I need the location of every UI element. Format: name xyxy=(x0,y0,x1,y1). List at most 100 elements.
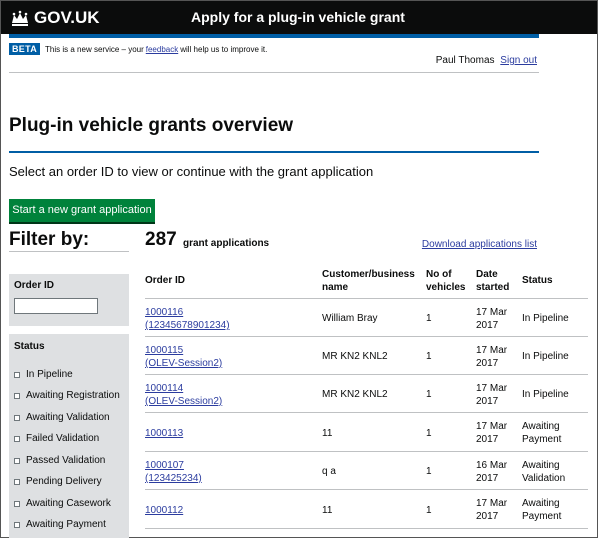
checkbox[interactable] xyxy=(14,478,20,485)
checkbox[interactable] xyxy=(14,392,20,399)
date-started: 17 Mar 2017 xyxy=(476,420,507,446)
header-line: Customer/business xyxy=(322,269,415,280)
date-year: 2017 xyxy=(476,396,499,407)
status-option-awaiting-casework[interactable]: Awaiting Casework xyxy=(14,498,111,509)
date-started: 16 Mar 2017 xyxy=(476,459,507,485)
header-accent-bar xyxy=(9,34,539,38)
order-id-reference: (12345678901234) xyxy=(145,320,230,331)
status-cell: In Pipeline xyxy=(522,350,569,363)
checkbox[interactable] xyxy=(14,521,20,528)
column-header-order-id[interactable]: Order ID xyxy=(145,274,185,287)
customer-name: 11 xyxy=(322,505,333,516)
date-day-month: 17 Mar xyxy=(476,307,508,318)
start-application-button[interactable]: Start a new grant application xyxy=(9,199,155,222)
status-option-label: Passed Validation xyxy=(26,455,106,466)
date-year: 2017 xyxy=(476,358,499,369)
customer-name: 11 xyxy=(322,428,333,439)
govuk-logo[interactable]: GOV.UK xyxy=(10,8,100,28)
order-id-link[interactable]: 1000115 (OLEV-Session2) xyxy=(145,344,222,370)
user-name: Paul Thomas xyxy=(435,55,495,66)
divider xyxy=(9,72,539,73)
customer-name: William Bray xyxy=(322,313,378,324)
row-divider xyxy=(145,489,588,490)
status-cell: Awaiting Payment xyxy=(522,420,561,446)
status-cell: In Pipeline xyxy=(522,312,569,325)
checkbox[interactable] xyxy=(14,457,20,464)
date-year: 2017 xyxy=(476,434,499,445)
logo-text: GOV.UK xyxy=(34,8,100,27)
filter-divider xyxy=(9,251,129,252)
status-line: In Pipeline xyxy=(522,389,569,400)
results-count: 287 xyxy=(145,229,177,250)
status-option-passed-validation[interactable]: Passed Validation xyxy=(14,455,105,466)
status-cell: In Pipeline xyxy=(522,388,569,401)
date-year: 2017 xyxy=(476,320,499,331)
status-option-label: Awaiting Casework xyxy=(26,498,111,509)
date-day-month: 17 Mar xyxy=(476,345,508,356)
status-option-in-pipeline[interactable]: In Pipeline xyxy=(14,369,73,380)
status-option-pending-delivery[interactable]: Pending Delivery xyxy=(14,476,102,487)
vehicle-count: 1 xyxy=(426,313,432,324)
status-line: Validation xyxy=(522,473,566,484)
status-cell: Awaiting Payment xyxy=(522,497,561,523)
column-header-status[interactable]: Status xyxy=(522,274,553,287)
row-divider xyxy=(145,374,588,375)
order-id-input[interactable] xyxy=(14,298,98,314)
date-day-month: 17 Mar xyxy=(476,421,508,432)
order-id-number: 1000113 xyxy=(145,428,184,439)
checkbox[interactable] xyxy=(14,414,20,421)
status-option-awaiting-payment[interactable]: Awaiting Payment xyxy=(14,519,106,530)
date-day-month: 16 Mar xyxy=(476,460,508,471)
order-id-link[interactable]: 1000107 (123425234) xyxy=(145,459,202,485)
status-line: Awaiting xyxy=(522,498,560,509)
date-year: 2017 xyxy=(476,511,499,522)
order-id-number: 1000114 xyxy=(145,383,184,394)
checkbox[interactable] xyxy=(14,371,20,378)
header-line: started xyxy=(476,282,510,293)
status-filter: Status In Pipeline Awaiting Registration… xyxy=(9,334,129,538)
order-id-link[interactable]: 1000114 (OLEV-Session2) xyxy=(145,382,222,408)
status-option-awaiting-validation[interactable]: Awaiting Validation xyxy=(14,412,110,423)
page-title: Plug-in vehicle grants overview xyxy=(9,115,294,136)
status-line: Awaiting xyxy=(522,460,560,471)
order-id-link[interactable]: 1000112 xyxy=(145,504,183,517)
order-id-number: 1000115 xyxy=(145,345,184,356)
order-id-number: 1000112 xyxy=(145,505,184,516)
status-option-label: Awaiting Registration xyxy=(26,390,120,401)
download-applications-link[interactable]: Download applications list xyxy=(422,239,537,250)
row-divider xyxy=(145,412,588,413)
order-id-link[interactable]: 1000113 xyxy=(145,427,183,440)
column-header-vehicles[interactable]: No of vehicles xyxy=(426,268,465,294)
row-divider xyxy=(145,451,588,452)
customer-name: MR KN2 KNL2 xyxy=(322,389,388,400)
feedback-link[interactable]: feedback xyxy=(146,45,178,54)
beta-text-before: This is a new service – your xyxy=(45,44,144,54)
service-name[interactable]: Apply for a plug-in vehicle grant xyxy=(191,9,405,25)
column-header-customer[interactable]: Customer/business name xyxy=(322,268,415,294)
results-count-label: grant applications xyxy=(183,238,270,249)
status-option-failed-validation[interactable]: Failed Validation xyxy=(14,433,99,444)
vehicle-count: 1 xyxy=(426,428,432,439)
sign-out-link[interactable]: Sign out xyxy=(500,55,537,66)
status-cell: Awaiting Validation xyxy=(522,459,565,485)
order-id-link[interactable]: 1000116 (12345678901234) xyxy=(145,306,230,332)
date-year: 2017 xyxy=(476,473,499,484)
header-line: No of xyxy=(426,269,452,280)
lead-text: Select an order ID to view or continue w… xyxy=(9,164,374,179)
customer-name: q a xyxy=(322,466,336,477)
status-line: Payment xyxy=(522,511,562,522)
beta-text-after: will help us to improve it. xyxy=(180,44,268,54)
status-line: In Pipeline xyxy=(522,351,569,362)
column-header-date-started[interactable]: Date started xyxy=(476,268,509,294)
beta-banner: BETA This is a new service – your feedba… xyxy=(9,43,267,55)
status-option-awaiting-registration[interactable]: Awaiting Registration xyxy=(14,390,120,401)
vehicle-count: 1 xyxy=(426,351,432,362)
checkbox[interactable] xyxy=(14,435,20,442)
row-divider xyxy=(145,336,588,337)
status-option-label: Awaiting Payment xyxy=(26,519,106,530)
date-started: 17 Mar 2017 xyxy=(476,382,507,408)
order-id-number: 1000116 xyxy=(145,307,184,318)
status-line: In Pipeline xyxy=(522,313,569,324)
checkbox[interactable] xyxy=(14,500,20,507)
filter-heading: Filter by: xyxy=(9,229,90,250)
